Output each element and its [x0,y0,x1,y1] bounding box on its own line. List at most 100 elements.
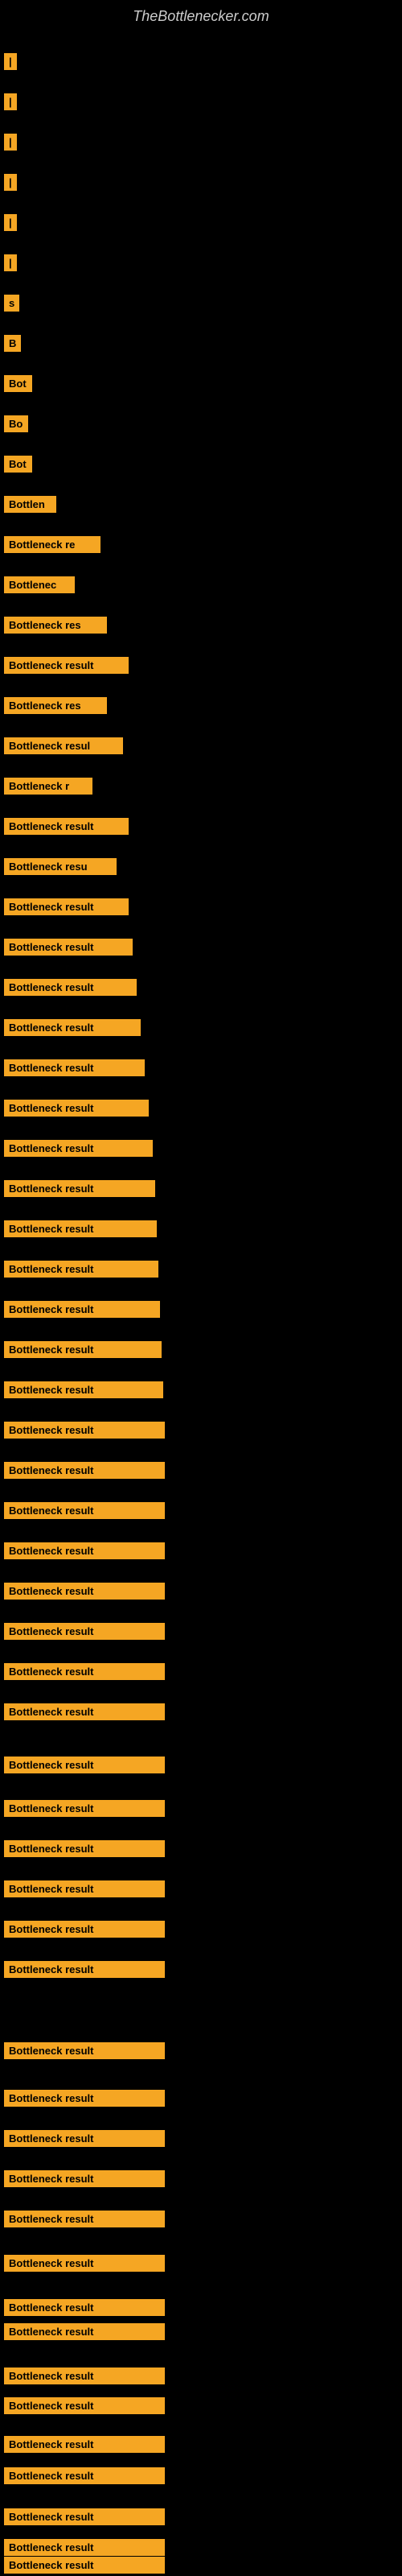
bottleneck-label: Bottleneck result [4,1381,163,1398]
bottleneck-label: Bottleneck result [4,1140,153,1157]
bottleneck-label: Bottleneck result [4,2130,165,2147]
bottleneck-label: Bottleneck resu [4,858,117,875]
bottleneck-label: Bottleneck result [4,1840,165,1857]
bottleneck-item: Bottleneck result [4,2539,165,2556]
bottleneck-item: Bottleneck result [4,1140,153,1157]
bottleneck-item: Bottleneck result [4,657,129,674]
bottleneck-item: Bottleneck res [4,697,107,714]
bottleneck-label: Bottleneck resul [4,737,123,754]
bottleneck-label: Bottleneck result [4,1422,165,1439]
bottleneck-item: Bottleneck result [4,2467,165,2484]
bottleneck-label: Bottleneck result [4,1921,165,1938]
bottleneck-item: Bottleneck result [4,1840,165,1857]
bottleneck-item: Bottleneck result [4,1301,160,1318]
bottleneck-label: Bottleneck result [4,1757,165,1773]
bottleneck-item: | [4,254,17,271]
bottleneck-item: Bottleneck result [4,1059,145,1076]
bottleneck-label: Bottlenec [4,576,75,593]
bottleneck-label: | [4,254,17,271]
bottleneck-item: Bottleneck result [4,1180,155,1197]
bottleneck-item: | [4,174,17,191]
bottleneck-label: Bottleneck result [4,2211,165,2227]
bottleneck-item: Bottleneck result [4,2323,165,2340]
bottleneck-label: Bottleneck result [4,2436,165,2453]
bottleneck-item: Bottleneck result [4,939,133,956]
bottleneck-item: Bottleneck result [4,2557,165,2574]
bottleneck-item: Bottleneck result [4,1921,165,1938]
bottleneck-item: Bottleneck result [4,2397,165,2414]
bottleneck-label: Bottleneck result [4,1180,155,1197]
bottleneck-item: s [4,295,19,312]
bottleneck-label: | [4,174,17,191]
bottleneck-item: Bottleneck result [4,2042,165,2059]
bottleneck-item: B [4,335,21,352]
bottleneck-label: Bottleneck result [4,1502,165,1519]
bottleneck-item: Bottleneck result [4,2368,165,2384]
bottleneck-item: Bottleneck result [4,2130,165,2147]
bottleneck-item: Bottleneck result [4,2299,165,2316]
bottleneck-item: | [4,214,17,231]
bottleneck-item: Bottleneck re [4,536,100,553]
bottleneck-label: Bottleneck result [4,1100,149,1117]
bottleneck-item: Bottleneck resul [4,737,123,754]
bottleneck-item: Bottleneck result [4,1462,165,1479]
bottleneck-label: Bottleneck result [4,1059,145,1076]
bottleneck-label: s [4,295,19,312]
bottleneck-label: Bottleneck result [4,2557,165,2574]
bottleneck-item: Bottleneck result [4,1583,165,1600]
bottleneck-item: Bottleneck result [4,2255,165,2272]
bottleneck-label: Bottleneck result [4,2090,165,2107]
bottleneck-label: | [4,134,17,151]
bottleneck-item: Bottleneck result [4,1100,149,1117]
bottleneck-item: Bottlenec [4,576,75,593]
bottleneck-item: Bottlen [4,496,56,513]
bottleneck-item: Bottleneck result [4,898,129,915]
bottleneck-label: Bottleneck res [4,617,107,634]
site-title: TheBottlenecker.com [0,0,402,29]
bottleneck-label: | [4,93,17,110]
bottleneck-item: Bottleneck result [4,1220,157,1237]
bottleneck-label: Bot [4,456,32,473]
bottleneck-label: Bottleneck result [4,939,133,956]
bottleneck-item: Bottleneck resu [4,858,117,875]
bottleneck-label: Bottleneck result [4,2539,165,2556]
bottleneck-label: Bottleneck result [4,2368,165,2384]
bottleneck-label: Bottleneck re [4,536,100,553]
bottleneck-item: Bottleneck result [4,979,137,996]
bottleneck-item: Bottleneck result [4,2508,165,2525]
bottleneck-label: Bottleneck result [4,1220,157,1237]
bottleneck-item: Bottleneck result [4,1502,165,1519]
bottleneck-item: Bottleneck result [4,818,129,835]
bottleneck-item: Bottleneck result [4,1880,165,1897]
bottleneck-label: Bottleneck result [4,1301,160,1318]
bottleneck-item: Bottleneck result [4,1703,165,1720]
bottleneck-label: Bottleneck result [4,818,129,835]
bottleneck-item: Bottleneck result [4,1542,165,1559]
bottleneck-label: Bo [4,415,28,432]
bottleneck-label: Bot [4,375,32,392]
bottleneck-item: Bottleneck result [4,2436,165,2453]
bottleneck-label: Bottleneck result [4,657,129,674]
bottleneck-label: Bottleneck result [4,2323,165,2340]
bottleneck-label: Bottleneck res [4,697,107,714]
bottleneck-label: Bottleneck result [4,2508,165,2525]
bottleneck-item: Bottleneck result [4,1422,165,1439]
bottleneck-item: Bottleneck result [4,1623,165,1640]
bottleneck-item: | [4,134,17,151]
bottleneck-item: Bottleneck result [4,1961,165,1978]
bottleneck-label: Bottleneck result [4,1583,165,1600]
bottleneck-label: Bottleneck result [4,1623,165,1640]
bottleneck-item: Bo [4,415,28,432]
bottleneck-label: Bottleneck result [4,1542,165,1559]
bottleneck-item: | [4,53,17,70]
bottleneck-label: Bottleneck result [4,1462,165,1479]
bottleneck-item: Bottleneck result [4,2090,165,2107]
bottleneck-item: Bottleneck r [4,778,92,795]
bottleneck-label: B [4,335,21,352]
bottleneck-item: Bot [4,456,32,473]
bottleneck-label: Bottlen [4,496,56,513]
bottleneck-item: Bottleneck result [4,1019,141,1036]
bottleneck-label: Bottleneck result [4,2467,165,2484]
bottleneck-item: Bottleneck result [4,1757,165,1773]
bottleneck-item: Bottleneck result [4,1800,165,1817]
